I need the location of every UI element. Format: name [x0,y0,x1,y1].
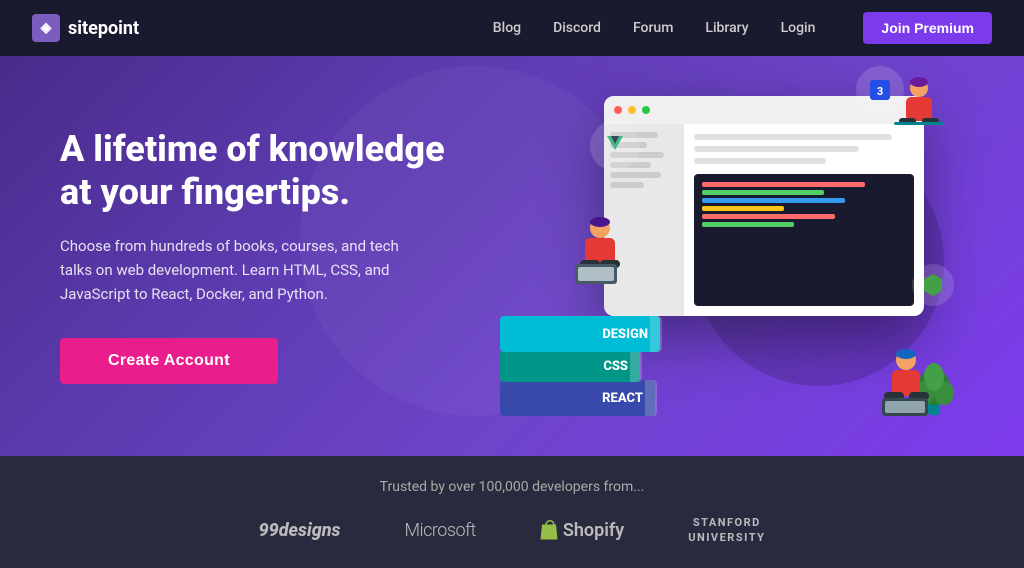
browser-dot-yellow [628,106,636,114]
code-line [702,190,824,195]
person2-figure [889,76,949,150]
hero-illustration: 3 DESIGN CSS REACT [480,66,964,446]
main-line [694,134,892,140]
nav-blog[interactable]: Blog [493,20,521,36]
logo-99designs: 99designs [259,520,341,541]
nav-library[interactable]: Library [705,20,748,36]
code-line [702,214,835,219]
gem-icon [920,272,946,298]
hero-title: A lifetime of knowledge at your fingerti… [60,128,480,214]
code-block [694,174,914,306]
trusted-section: Trusted by over 100,000 developers from.… [0,456,1024,568]
person3-svg [874,347,939,427]
create-account-button[interactable]: Create Account [60,338,278,384]
browser-mockup [604,96,924,316]
code-line [702,182,865,187]
hero-section: A lifetime of knowledge at your fingerti… [0,56,1024,456]
code-line [702,222,794,227]
shopify-bag-icon [540,520,558,540]
code-line [702,198,845,203]
sidebar-line [610,172,661,178]
svg-text:3: 3 [877,85,883,98]
logo-text: sitepoint [68,18,139,39]
person3-figure [874,347,939,431]
book-design: DESIGN [500,316,660,352]
code-line [702,206,784,211]
main-line [694,146,859,152]
nav-forum[interactable]: Forum [633,20,673,36]
join-premium-button[interactable]: Join Premium [863,12,992,44]
bookmark-react [645,380,657,416]
logo-microsoft: Microsoft [404,520,475,541]
main-line [694,158,826,164]
bookmark-design [650,316,662,352]
browser-dot-green [642,106,650,114]
book-label: REACT [602,391,643,406]
navbar: ◈ sitepoint Blog Discord Forum Library L… [0,0,1024,56]
thought-bubble-vue [590,121,640,171]
book-css: CSS [500,350,640,382]
logo-icon: ◈ [32,14,60,42]
books-stack: DESIGN CSS REACT [500,316,660,416]
bookmark-css [630,350,642,382]
site-logo[interactable]: ◈ sitepoint [32,14,139,42]
vue-icon [601,132,629,160]
browser-content [604,124,924,316]
person1-svg [565,214,635,294]
nav-links: Blog Discord Forum Library Login Join Pr… [493,12,992,44]
person2-svg [889,76,949,146]
book-label: DESIGN [602,327,648,342]
book-label: CSS [603,359,628,374]
book-react: REACT [500,380,655,416]
thought-bubble-hex [912,264,954,306]
person1-figure [565,214,635,298]
hero-description: Choose from hundreds of books, courses, … [60,234,400,306]
hero-left: A lifetime of knowledge at your fingerti… [60,128,480,384]
logo-stanford: STANFORDUNIVERSITY [688,515,765,546]
trusted-logos: 99designs Microsoft Shopify STANFORDUNIV… [259,515,766,546]
trusted-heading: Trusted by over 100,000 developers from.… [380,479,645,495]
browser-main [684,124,924,316]
nav-login[interactable]: Login [781,20,816,36]
browser-dot-red [614,106,622,114]
nav-discord[interactable]: Discord [553,20,601,36]
sidebar-line [610,182,644,188]
logo-shopify: Shopify [540,520,624,541]
